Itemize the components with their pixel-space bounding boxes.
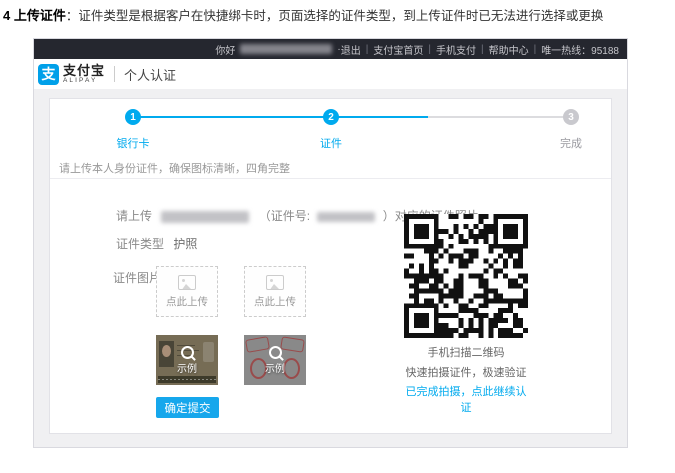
content-area: 1 2 3 银行卡 证件 完成 请上传本人身份证件，确保图标清晰，四角完整 请上… [34,89,627,447]
intro-text: 4 上传证件：证件类型是根据客户在快捷绑卡时，页面选择的证件类型，到上传证件时已… [3,5,603,24]
help-center-link[interactable]: 帮助中心 [489,42,529,57]
mobile-pay-link[interactable]: 手机支付 [436,42,476,57]
image-upload-icon [266,275,284,290]
image-upload-icon [178,275,196,290]
upload-box-text: 点此上传 [254,294,296,309]
divider: | [428,44,431,55]
qr-caption-line1: 手机扫描二维码 [403,344,529,360]
alipay-logo-glyph: 支 [42,64,56,84]
intro-description: ：证件类型是根据客户在快捷绑卡时，页面选择的证件类型，到上传证件时已无法进行选择… [66,9,604,23]
upload-instruction-text: 请上传本人身份证件，确保图标清晰，四角完整 [59,160,290,176]
step-3-circle: 3 [563,109,579,125]
qr-section: 手机扫描二维码 快速拍摄证件，极速验证 已完成拍摄，点此继续认证 [403,214,529,415]
divider: | [481,44,484,55]
greeting-text: 你好 [215,42,235,57]
brand-name-cn: 支付宝 [63,64,105,77]
magnifier-icon [269,346,282,359]
divider [50,178,611,179]
sample-passport-info-page[interactable]: 示例 [156,335,218,385]
step-1-label: 银行卡 [103,135,163,151]
intro-step-number: 4 上传证件 [3,8,66,23]
step-3-number: 3 [568,112,574,123]
certificate-type-row: 证件类型 护照 [116,235,197,252]
upload-prefix-text: 请上传 [116,209,152,223]
qr-caption-line2: 快速拍摄证件，极速验证 [403,364,529,380]
blurred-username [240,44,332,54]
step-2-label: 证件 [301,135,361,151]
alipay-window: 你好 · 退出 | 支付宝首页 | 手机支付 | 帮助中心 | 唯一热线：951… [33,38,628,448]
divider: | [366,44,369,55]
certificate-type-label: 证件类型 [116,237,164,251]
top-utility-bar: 你好 · 退出 | 支付宝首页 | 手机支付 | 帮助中心 | 唯一热线：951… [34,39,627,59]
alipay-logo-icon[interactable]: 支 [38,64,59,85]
certificate-type-value: 护照 [173,237,197,251]
step-progress [133,116,428,118]
step-2-number: 2 [328,112,334,123]
qr-continue-link[interactable]: 已完成拍摄，点此继续认证 [403,383,529,415]
upload-box-front[interactable]: 点此上传 [156,266,218,317]
id-number-label: （证件号: [259,209,310,223]
alipay-wordmark: 支付宝 ALIPAY [63,64,105,85]
step-1-number: 1 [130,112,136,123]
qr-code [404,214,528,338]
divider: | [534,44,537,55]
step-3-label: 完成 [541,135,601,151]
alipay-home-link[interactable]: 支付宝首页 [373,42,423,57]
logout-link[interactable]: 退出 [341,42,361,57]
upload-box-text: 点此上传 [166,294,208,309]
step-2-circle: 2 [323,109,339,125]
sample-overlay: 示例 [156,335,218,385]
upload-box-back[interactable]: 点此上传 [244,266,306,317]
certificate-images-label: 证件图片 [113,269,161,286]
submit-button[interactable]: 确定提交 [156,397,219,418]
step-1-circle: 1 [125,109,141,125]
divider [114,66,115,82]
magnifier-icon [181,346,194,359]
verification-card: 1 2 3 银行卡 证件 完成 请上传本人身份证件，确保图标清晰，四角完整 请上… [49,98,612,434]
brand-name-en: ALIPAY [63,78,105,85]
blurred-id-number [317,212,375,222]
sample-label: 示例 [265,360,285,375]
logo-bar: 支 支付宝 ALIPAY 个人认证 [34,59,627,89]
page-title: 个人认证 [124,65,176,84]
blurred-holder-name [161,211,249,223]
sample-overlay: 示例 [244,335,306,385]
sample-passport-stamp-page[interactable]: 示例 [244,335,306,385]
sample-label: 示例 [177,360,197,375]
hotline-text: 唯一热线：95188 [541,42,619,57]
